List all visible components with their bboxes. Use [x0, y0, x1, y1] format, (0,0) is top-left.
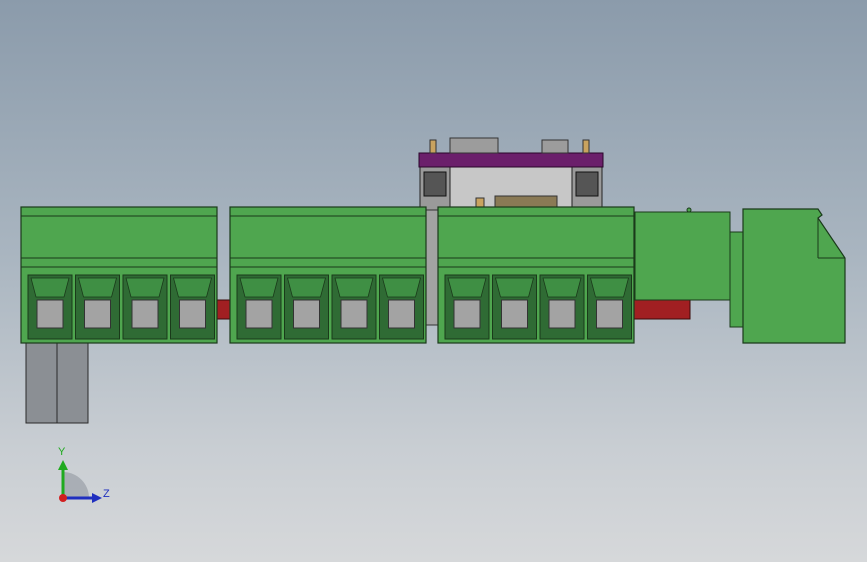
clamp-position: [539, 274, 585, 340]
origin-icon: [59, 494, 67, 502]
clamp-position: [587, 274, 632, 340]
clamp-position: [444, 274, 490, 340]
clamp-position: [284, 274, 329, 340]
terminal-block: [437, 206, 635, 344]
z-axis-label: Z: [103, 488, 110, 500]
y-axis-label: Y: [58, 446, 66, 458]
plug-module: [634, 207, 846, 344]
axis-triad: Y Z: [58, 446, 110, 503]
terminal-block: [20, 206, 218, 344]
clamp-position: [236, 274, 282, 340]
terminal-block: [229, 206, 427, 344]
clamp-position: [170, 274, 215, 340]
clamp-position: [379, 274, 424, 340]
clamp-position: [122, 274, 168, 340]
terminal-blocks: [20, 206, 635, 344]
cad-viewport[interactable]: Y Z: [0, 0, 867, 562]
clamp-position: [492, 274, 537, 340]
clamp-position: [75, 274, 120, 340]
cable-post: [25, 342, 89, 424]
clamp-position: [331, 274, 377, 340]
clamp-position: [27, 274, 73, 340]
